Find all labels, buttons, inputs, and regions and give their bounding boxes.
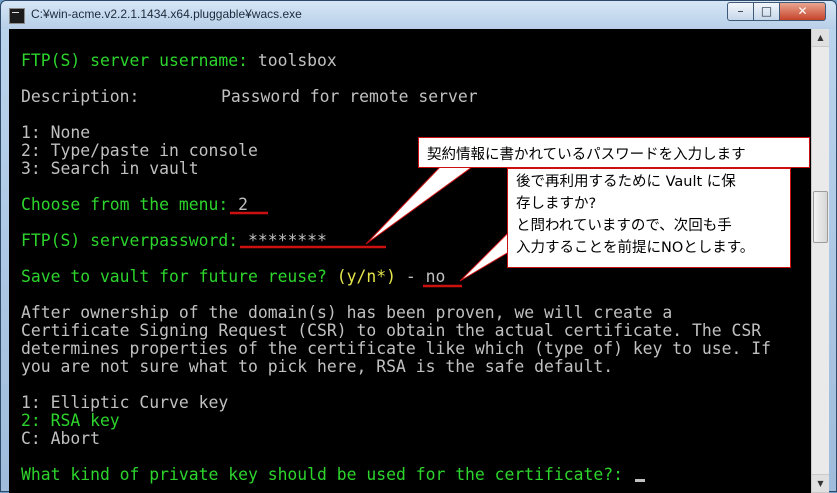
description-line: Description: Password for remote server [21,87,478,106]
scroll-down-arrow-icon[interactable]: ▼ [812,474,829,493]
password-value: ******** [247,231,327,250]
save-vault-label: Save to vault for future reuse? [21,267,337,286]
description-value: Password for remote server [221,87,478,106]
save-vault-value: no [425,267,446,286]
username-value: toolsbox [257,51,337,70]
key-type-prompt-line[interactable]: What kind of private key should be used … [21,466,645,484]
info-text-line: determines properties of the certificate… [21,339,771,358]
window-title: C:¥win-acme.v2.2.1.1434.x64.pluggable¥wa… [31,7,302,21]
save-vault-options: (y/n*) [336,267,396,286]
close-button[interactable]: ✕ [779,2,826,21]
username-line: FTP(S) server username: toolsbox [21,52,337,70]
password-callout: 契約情報に書かれているパスワードを入力します [418,137,810,168]
key-type-prompt: What kind of private key should be used … [21,465,633,484]
key-menu-option: C: Abort [21,429,100,448]
scroll-up-arrow-icon[interactable]: ▲ [812,29,829,47]
save-vault-separator: - [396,267,426,286]
key-menu-option-selected: 2: RSA key [21,411,120,430]
info-text-line: Certificate Signing Request (CSR) to obt… [21,321,762,340]
minimize-button[interactable]: – [727,2,754,21]
maximize-button[interactable]: □ [753,2,780,21]
choose-menu-value: 2 [238,195,248,214]
save-vault-line: Save to vault for future reuse? (y/n*) -… [21,268,445,286]
description-label: Description: [21,87,140,106]
username-label: FTP(S) server username: [21,51,258,70]
scrollbar-thumb[interactable] [813,191,828,243]
choose-menu-line: Choose from the menu: 2 [21,196,248,214]
key-menu-option: 1: Elliptic Curve key [21,393,229,412]
title-bar[interactable]: C:¥win-acme.v2.2.1.1434.x64.pluggable¥wa… [1,1,836,29]
vault-callout: 後で再利用するために Vault に保 存しますか? と問われていますので、次回… [507,168,791,268]
password-label: FTP(S) serverpassword: [21,231,248,250]
menu-option: 3: Search in vault [21,159,199,178]
info-text-line: you are not sure what to pick here, RSA … [21,357,614,376]
password-line: FTP(S) serverpassword: ******** [21,232,327,250]
vertical-scrollbar[interactable]: ▲ ▼ [811,29,829,493]
choose-menu-label: Choose from the menu: [21,195,239,214]
menu-option: 2: Type/paste in console [21,141,258,160]
console-app-icon [9,8,25,24]
info-text-line: After ownership of the domain(s) has bee… [21,303,673,322]
menu-option: 1: None [21,123,91,142]
text-cursor [634,479,645,482]
